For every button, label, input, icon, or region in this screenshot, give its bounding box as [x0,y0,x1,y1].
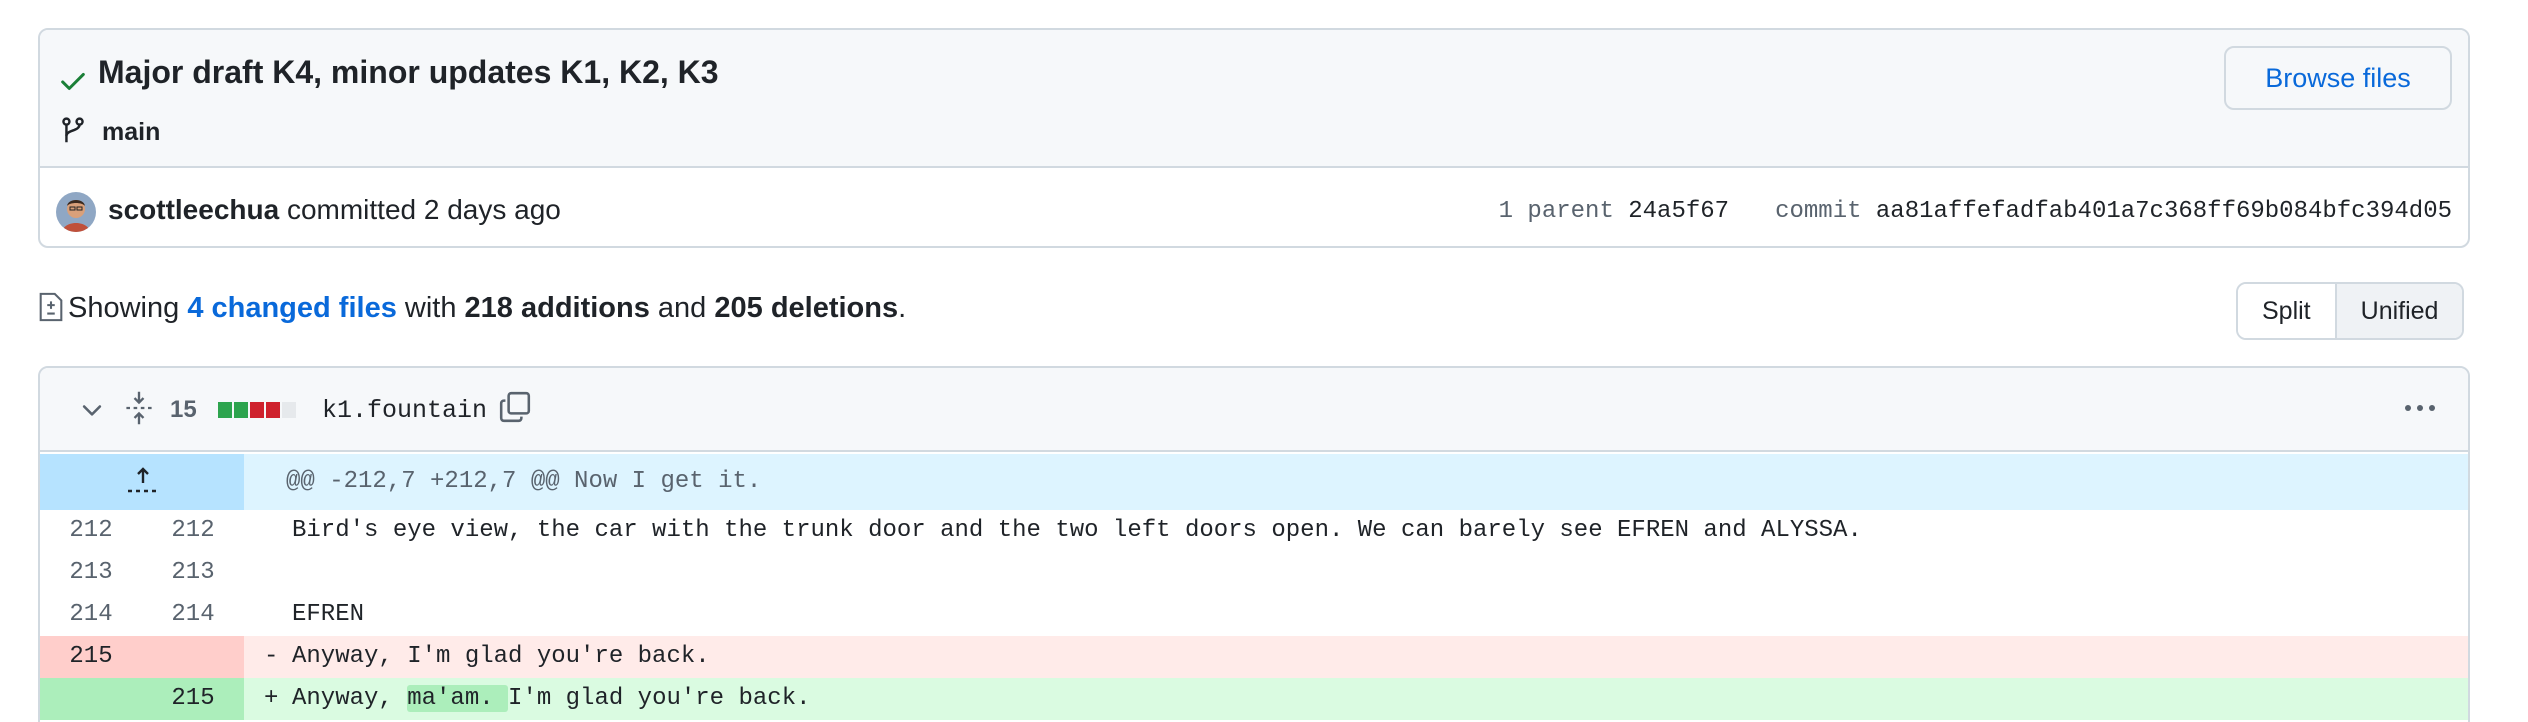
hunk-header: @@ -212,7 +212,7 @@ Now I get it. [286,468,762,495]
chevron-down-icon[interactable] [78,396,106,424]
summary-and: and [657,292,707,324]
changed-files-link[interactable]: 4 changed files [187,292,397,324]
new-line-number[interactable]: 213 [142,552,244,594]
parent-sha-link[interactable]: 24a5f67 [1628,198,1729,225]
commit-title-bar: Major draft K4, minor updates K1, K2, K3… [40,30,2468,168]
diffstat-block [250,402,264,418]
file-header: 15 k1.fountain [40,368,2468,452]
parent-label: 1 parent [1498,198,1614,225]
diffstat-block [234,402,248,418]
addition-sign: + [264,685,279,712]
line-text: Bird's eye view, the car with the trunk … [292,517,1862,544]
diff-line: 214 214 EFREN [40,594,2468,636]
commit-sha: aa81affefadfab401a7c368ff69b084bfc394d05 [1875,198,2452,225]
hunk-header-row: @@ -212,7 +212,7 @@ Now I get it. [40,454,2468,510]
branch-name[interactable]: main [102,118,160,147]
deleted-line: 215 - Anyway, I'm glad you're back. [40,636,2468,678]
deletions-count: 205 deletions [714,292,899,324]
new-line-number[interactable]: 214 [142,594,244,636]
old-line-number[interactable] [40,678,142,720]
summary-with: with [404,292,457,324]
expand-up-button[interactable] [40,454,244,510]
git-branch-icon [62,117,84,143]
deletion-sign: - [264,643,279,670]
expand-up-icon [128,467,156,493]
file-name[interactable]: k1.fountain [322,396,487,425]
line-text: EFREN [292,601,365,628]
diff-body: @@ -212,7 +212,7 @@ Now I get it. 212 21… [40,454,2468,720]
unified-view-button[interactable]: Unified [2336,284,2463,338]
new-line-number[interactable]: 215 [142,678,244,720]
old-line-number[interactable]: 214 [40,594,142,636]
diff-line: 212 212 Bird's eye view, the car with th… [40,510,2468,552]
author-line: scottleechua committed 2 days ago [108,194,561,226]
diffstat-bar [218,402,296,418]
diffstat-block [282,402,296,418]
inline-addition-highlight: ma'am. [407,685,509,712]
file-diff-icon [39,292,63,322]
unfold-icon[interactable] [124,390,154,426]
copy-icon[interactable] [498,390,532,424]
commit-label: commit [1775,198,1862,225]
summary-prefix: Showing [68,292,180,324]
old-line-number[interactable]: 213 [40,552,142,594]
line-text: Anyway, I'm glad you're back. [292,643,710,670]
diffstat-block [266,402,280,418]
diffstat-block [218,402,232,418]
line-text: Anyway, [292,685,408,712]
diff-view-toggle: Split Unified [2236,282,2465,340]
old-line-number[interactable]: 212 [40,510,142,552]
new-line-number[interactable]: 212 [142,510,244,552]
change-count: 15 [170,396,197,423]
new-line-number[interactable] [142,636,244,678]
additions-count: 218 additions [464,292,650,324]
commit-author-bar: scottleechua committed 2 days ago 1 pare… [40,170,2468,246]
author-name[interactable]: scottleechua [108,194,279,225]
summary-period: . [898,292,907,324]
kebab-menu-icon[interactable] [2400,398,2440,418]
commit-header: Major draft K4, minor updates K1, K2, K3… [38,28,2470,248]
browse-files-button[interactable]: Browse files [2224,46,2452,110]
commit-title: Major draft K4, minor updates K1, K2, K3 [98,54,719,90]
check-icon [61,72,85,90]
diff-summary: Showing 4 changed files with 218 additio… [68,292,906,325]
line-text: I'm glad you're back. [508,685,811,712]
file-diff: 15 k1.fountain @@ -212,7 +212,7 @@ Now I… [38,366,2470,722]
avatar[interactable] [56,192,96,232]
old-line-number[interactable]: 215 [40,636,142,678]
commit-meta: 1 parent 24a5f67 commit aa81affefadfab401… [1499,198,2452,225]
split-view-button[interactable]: Split [2238,284,2337,338]
commit-time: committed 2 days ago [286,194,561,225]
added-line: 215 + Anyway, ma'am. I'm glad you're back… [40,678,2468,720]
diff-line: 213 213 [40,552,2468,594]
